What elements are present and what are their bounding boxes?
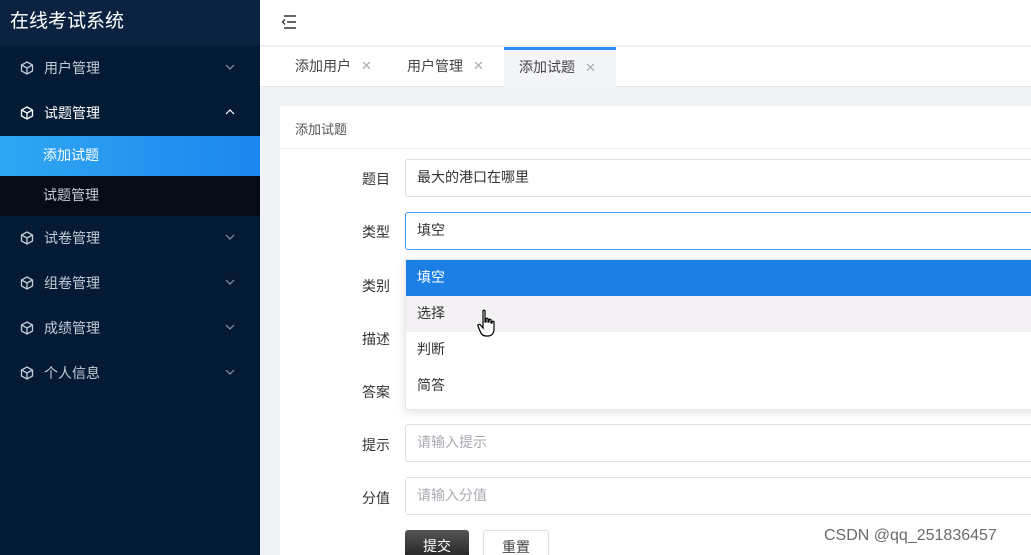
submit-button[interactable]: 提交 bbox=[405, 530, 469, 555]
chevron-down-icon bbox=[224, 61, 236, 73]
tab-label: 添加试题 bbox=[519, 60, 575, 76]
sidebar-item-label: 用户管理 bbox=[44, 60, 100, 77]
answer-label: 答案 bbox=[362, 385, 390, 401]
score-input[interactable]: 请输入分值 bbox=[405, 477, 1031, 515]
type-label: 类型 bbox=[362, 225, 390, 241]
tab-bar: 添加用户 ✕ 用户管理 ✕ 添加试题 ✕ bbox=[260, 47, 1031, 87]
top-header bbox=[260, 0, 1031, 46]
title-input[interactable]: 最大的港口在哪里 bbox=[405, 159, 1031, 197]
chevron-down-icon bbox=[224, 366, 236, 378]
sidebar-item-compose-paper[interactable]: 组卷管理 bbox=[0, 260, 260, 305]
close-icon[interactable]: ✕ bbox=[361, 47, 372, 87]
sidebar-item-question-management[interactable]: 试题管理 bbox=[0, 90, 260, 135]
sidebar-subitem-question-management[interactable]: 试题管理 bbox=[0, 176, 260, 216]
dropdown-option-short-answer[interactable]: 简答 bbox=[406, 368, 1031, 404]
chevron-down-icon bbox=[224, 231, 236, 243]
sidebar-item-score-management[interactable]: 成绩管理 bbox=[0, 305, 260, 350]
cube-icon bbox=[20, 105, 34, 120]
sidebar-item-label: 成绩管理 bbox=[44, 320, 100, 337]
type-dropdown: 填空 选择 判断 简答 bbox=[405, 259, 1031, 410]
chevron-down-icon bbox=[224, 321, 236, 333]
category-label: 类别 bbox=[362, 279, 390, 295]
tab-add-user[interactable]: 添加用户 ✕ bbox=[260, 47, 372, 87]
title-label: 题目 bbox=[362, 172, 390, 188]
close-icon[interactable]: ✕ bbox=[473, 47, 484, 87]
dropdown-option-choice[interactable]: 选择 bbox=[406, 296, 1031, 332]
description-label: 描述 bbox=[362, 332, 390, 348]
chevron-down-icon bbox=[224, 276, 236, 288]
sidebar: 在线考试系统 用户管理 试题管理 添加试题 试题管理 试卷管理 组卷管理 成绩管… bbox=[0, 0, 260, 555]
score-label: 分值 bbox=[362, 491, 390, 507]
sidebar-item-label: 试卷管理 bbox=[44, 230, 100, 247]
cube-icon bbox=[20, 60, 34, 75]
type-select[interactable]: 填空 bbox=[405, 212, 1031, 250]
dropdown-option-true-false[interactable]: 判断 bbox=[406, 332, 1031, 368]
close-icon[interactable]: ✕ bbox=[585, 50, 596, 87]
watermark: CSDN @qq_251836457 bbox=[824, 527, 997, 544]
tab-add-question[interactable]: 添加试题 ✕ bbox=[504, 47, 616, 87]
sidebar-item-user-management[interactable]: 用户管理 bbox=[0, 45, 260, 90]
cube-icon bbox=[20, 275, 34, 290]
hint-label: 提示 bbox=[362, 438, 390, 454]
sidebar-item-paper-management[interactable]: 试卷管理 bbox=[0, 215, 260, 260]
card-title: 添加试题 bbox=[295, 123, 348, 138]
chevron-up-icon bbox=[224, 106, 236, 118]
dropdown-option-fill-blank[interactable]: 填空 bbox=[406, 260, 1031, 296]
divider bbox=[280, 148, 1031, 149]
hand-cursor-icon bbox=[476, 309, 498, 339]
reset-button[interactable]: 重置 bbox=[483, 530, 549, 555]
menu-fold-icon[interactable] bbox=[280, 14, 298, 30]
cube-icon bbox=[20, 320, 34, 335]
sidebar-item-label: 个人信息 bbox=[44, 365, 100, 382]
sidebar-item-personal-info[interactable]: 个人信息 bbox=[0, 350, 260, 395]
sidebar-item-label: 试题管理 bbox=[44, 105, 100, 122]
cube-icon bbox=[20, 365, 34, 380]
tab-label: 添加用户 bbox=[295, 59, 351, 75]
app-title: 在线考试系统 bbox=[0, 0, 260, 45]
sidebar-item-label: 组卷管理 bbox=[44, 275, 100, 292]
hint-input[interactable]: 请输入提示 bbox=[405, 424, 1031, 462]
tab-label: 用户管理 bbox=[407, 59, 463, 75]
sidebar-subitem-add-question[interactable]: 添加试题 bbox=[0, 136, 260, 176]
cube-icon bbox=[20, 230, 34, 245]
tab-user-management[interactable]: 用户管理 ✕ bbox=[372, 47, 504, 87]
